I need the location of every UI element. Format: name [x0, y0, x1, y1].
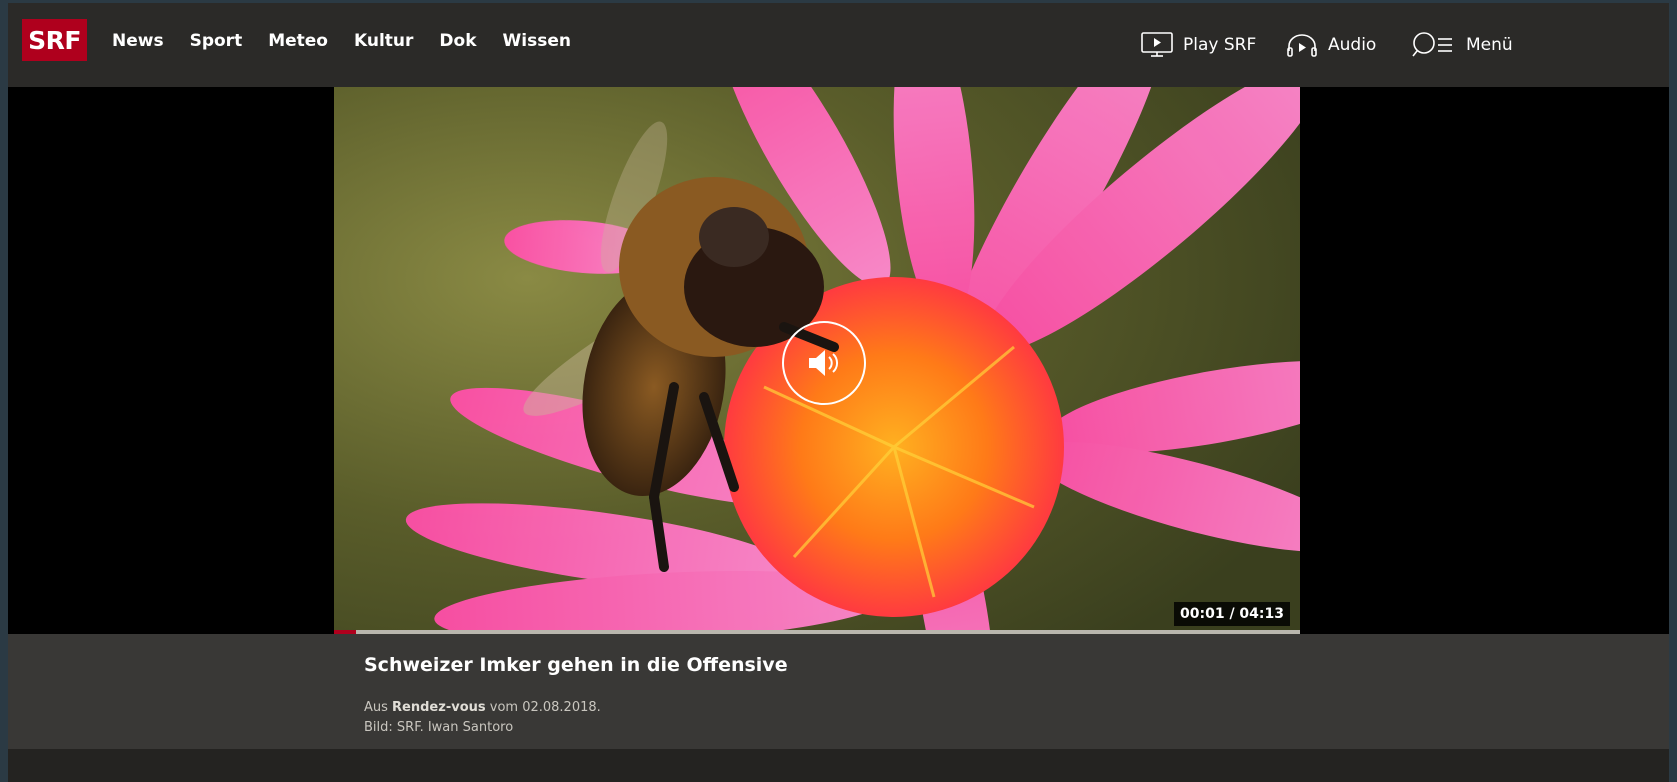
- video-caption: Schweizer Imker gehen in die Offensive A…: [8, 634, 1669, 749]
- page-frame: SRF News Sport Meteo Kultur Dok Wissen P…: [8, 3, 1669, 782]
- nav-item-news[interactable]: News: [112, 31, 164, 51]
- srf-logo[interactable]: SRF: [22, 19, 87, 61]
- source-prefix: Aus: [364, 700, 388, 715]
- main-nav: News Sport Meteo Kultur Dok Wissen: [112, 31, 597, 51]
- video-stage: 00:01 / 04:13: [8, 87, 1669, 634]
- video-player[interactable]: 00:01 / 04:13: [334, 87, 1300, 634]
- video-timecode: 00:01 / 04:13: [1174, 602, 1290, 626]
- search-menu-icon: [1412, 32, 1452, 57]
- source-date: vom 02.08.2018.: [489, 700, 601, 715]
- nav-item-dok[interactable]: Dok: [439, 31, 476, 51]
- play-srf-label: Play SRF: [1183, 35, 1257, 55]
- menu-button[interactable]: Menü: [1412, 27, 1513, 63]
- audio-label: Audio: [1328, 35, 1377, 55]
- nav-item-sport[interactable]: Sport: [190, 31, 243, 51]
- tv-play-icon: [1141, 32, 1173, 57]
- source-show-link[interactable]: Rendez-vous: [392, 700, 486, 715]
- nav-item-wissen[interactable]: Wissen: [503, 31, 571, 51]
- unmute-button[interactable]: [782, 321, 866, 405]
- video-meta: Aus Rendez-vous vom 02.08.2018. Bild: SR…: [364, 698, 601, 738]
- audio-link[interactable]: Audio: [1286, 27, 1376, 63]
- headphones-play-icon: [1287, 34, 1317, 57]
- nav-item-kultur[interactable]: Kultur: [354, 31, 413, 51]
- menu-label: Menü: [1466, 35, 1513, 55]
- site-header: SRF News Sport Meteo Kultur Dok Wissen P…: [8, 3, 1669, 87]
- video-source: Aus Rendez-vous vom 02.08.2018.: [364, 698, 601, 718]
- video-title: Schweizer Imker gehen in die Offensive: [364, 654, 788, 676]
- play-srf-link[interactable]: Play SRF: [1141, 27, 1256, 63]
- speaker-icon: [809, 350, 839, 376]
- image-credit: Bild: SRF. Iwan Santoro: [364, 720, 514, 735]
- nav-item-meteo[interactable]: Meteo: [268, 31, 328, 51]
